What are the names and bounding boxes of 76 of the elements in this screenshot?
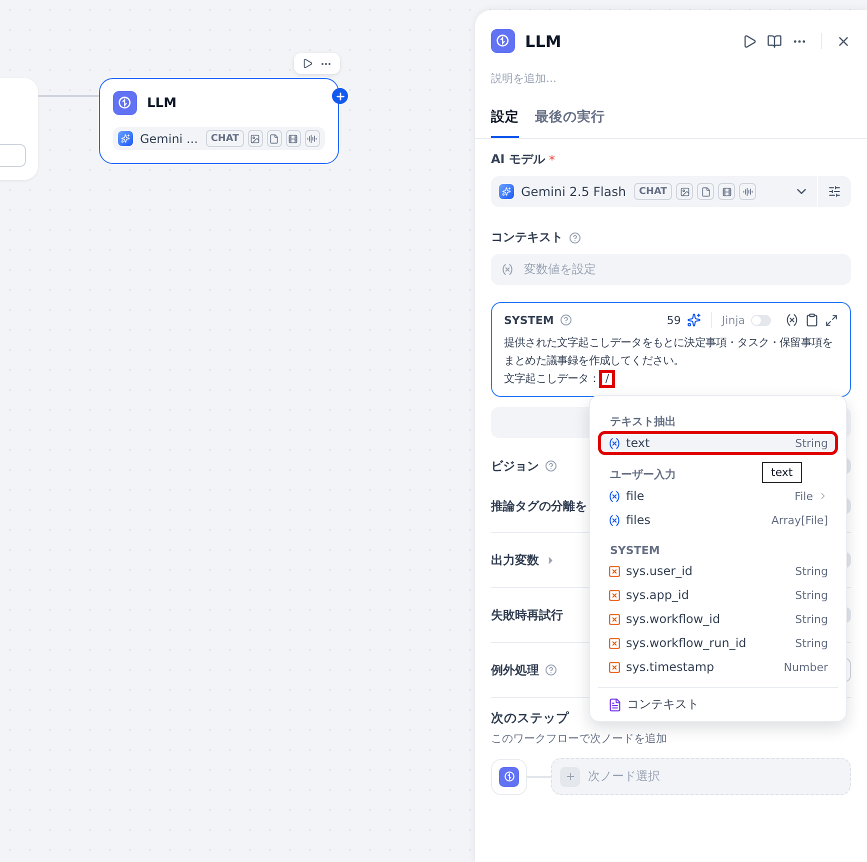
node-field: [0, 144, 26, 167]
book-icon[interactable]: [767, 34, 782, 48]
connector-line: [38, 95, 99, 97]
section-subtitle: このワークフローで次ノードを追加: [491, 731, 668, 746]
menu-item[interactable]: file File: [598, 484, 838, 508]
node-title: LLM: [147, 96, 177, 110]
system-variable-icon: [608, 636, 621, 650]
run-icon[interactable]: [742, 34, 757, 48]
llm-node[interactable]: LLM Gemini ... CHAT: [99, 78, 339, 164]
system-variable-icon: [608, 612, 621, 626]
variable-icon: [608, 490, 621, 502]
video-capability-icon: [718, 183, 736, 200]
section-label: 失敗時再試行: [491, 606, 563, 624]
expand-icon[interactable]: [825, 314, 838, 326]
document-capability-icon: [266, 130, 282, 147]
menu-item[interactable]: sys.timestamp Number: [598, 655, 838, 679]
vision-capability-icon: [248, 130, 263, 147]
sparkle-icon: [499, 184, 514, 199]
variable-icon: [608, 436, 621, 450]
menu-item[interactable]: files Array[File]: [598, 508, 838, 532]
document-capability-icon: [697, 183, 714, 200]
menu-item[interactable]: sys.workflow_run_id String: [598, 631, 838, 655]
add-icon[interactable]: [332, 88, 348, 104]
group-title: SYSTEM: [609, 544, 661, 559]
jinja-label: Jinja: [722, 314, 745, 326]
mode-badge: CHAT: [206, 130, 244, 147]
editor-label: SYSTEM: [504, 314, 554, 326]
help-icon[interactable]: [545, 460, 557, 472]
sliders-icon[interactable]: [828, 185, 841, 198]
toggle-switch[interactable]: [751, 314, 771, 326]
help-icon[interactable]: [545, 664, 557, 676]
option-label: 推論タグの分離を: [491, 498, 587, 514]
video-capability-icon: [286, 130, 301, 147]
system-variable-icon: [608, 564, 621, 578]
variable-icon: [501, 263, 514, 276]
section-title: 次のステップ: [491, 710, 570, 727]
clipboard-icon[interactable]: [805, 313, 819, 327]
sparkle-icon: [118, 131, 133, 146]
tab[interactable]: 最後の実行: [535, 108, 605, 138]
model-name: Gemini ...: [140, 132, 198, 146]
field-label: コンテキスト: [491, 229, 563, 246]
menu-item[interactable]: コンテキスト: [598, 687, 838, 715]
menu-item[interactable]: sys.workflow_id String: [598, 607, 838, 631]
help-icon[interactable]: [560, 314, 572, 326]
vision-capability-icon: [676, 183, 694, 200]
tooltip: text: [762, 462, 802, 483]
model-name: Gemini 2.5 Flash: [521, 184, 626, 199]
panel-title: LLM: [525, 32, 562, 50]
sparkle-icon[interactable]: [686, 313, 701, 327]
option-label: ビジョン: [491, 458, 539, 474]
help-icon[interactable]: [569, 232, 581, 244]
variable-icon[interactable]: [785, 313, 799, 327]
audio-capability-icon: [739, 183, 756, 200]
system-variable-icon: [608, 660, 621, 674]
menu-item[interactable]: text String: [598, 431, 838, 455]
plus-icon: [560, 766, 580, 786]
group-title: ユーザー入力: [609, 467, 677, 483]
system-variable-icon: [608, 588, 621, 602]
llm-logo-icon: [491, 29, 515, 53]
document-icon: [608, 698, 622, 712]
section-label: 出力変数: [491, 552, 539, 568]
section-label: 例外処理: [491, 662, 539, 678]
run-icon[interactable]: [302, 58, 313, 69]
menu-item[interactable]: sys.app_id String: [598, 583, 838, 607]
variable-icon: [608, 514, 621, 526]
group-title: テキスト抽出: [609, 414, 677, 430]
prompt-text: 提供された文字起こしデータをもとに決定事項・タスク・保留事項をまとめた議事録を作成してください。 文字起こしデータ： /: [504, 334, 838, 388]
token-count: 59: [666, 314, 681, 326]
required-mark: *: [548, 152, 555, 166]
menu-item[interactable]: sys.user_id String: [598, 559, 838, 583]
llm-logo-icon: [499, 766, 519, 786]
llm-logo-icon: [113, 91, 137, 115]
tab[interactable]: 設定: [491, 108, 519, 138]
field-label: AI モデル: [491, 151, 545, 168]
mode-badge: CHAT: [634, 183, 672, 200]
audio-capability-icon: [304, 130, 320, 147]
